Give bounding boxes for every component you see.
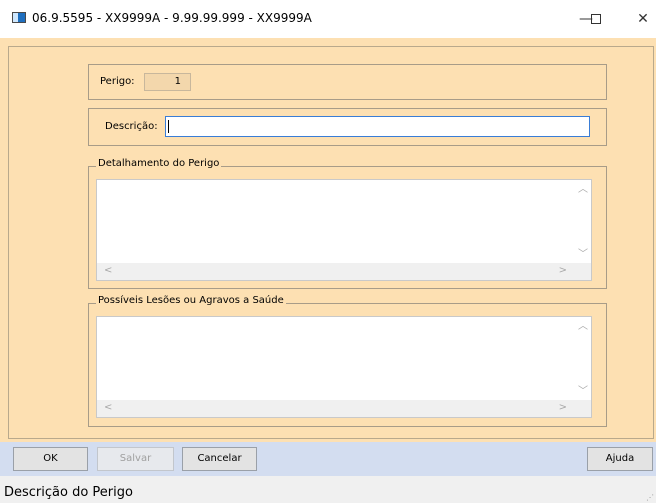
detalhamento-horizontal-scrollbar[interactable]: < > [97,263,591,280]
title-bar: 06.9.5595 - XX9999A - 9.99.99.999 - XX99… [0,0,656,38]
detalhamento-textarea[interactable]: ︿ ﹀ < > [96,179,592,281]
detalhamento-legend: Detalhamento do Perigo [96,158,222,169]
lesoes-vertical-scrollbar[interactable]: ︿ ﹀ [574,317,591,400]
scroll-up-icon[interactable]: ︿ [578,185,588,195]
scroll-up-icon[interactable]: ︿ [578,322,588,332]
descricao-input[interactable] [165,116,590,137]
descricao-label: Descrição: [105,121,158,132]
salvar-button[interactable]: Salvar [97,447,174,471]
window-title: 06.9.5595 - XX9999A - 9.99.99.999 - XX99… [32,11,312,25]
perigo-number-field: 1 [144,73,191,91]
scroll-left-icon[interactable]: < [104,266,112,276]
maximize-icon[interactable] [591,14,601,24]
cancelar-button[interactable]: Cancelar [182,447,257,471]
lesoes-horizontal-scrollbar[interactable]: < > [97,400,591,417]
scroll-left-icon[interactable]: < [104,403,112,413]
lesoes-textarea[interactable]: ︿ ﹀ < > [96,316,592,418]
scroll-right-icon[interactable]: > [559,266,567,276]
lesoes-legend: Possíveis Lesões ou Agravos a Saúde [96,295,286,306]
scroll-down-icon[interactable]: ﹀ [578,387,588,397]
scroll-down-icon[interactable]: ﹀ [578,250,588,260]
resize-grip-icon[interactable]: ⋰ [646,493,654,502]
close-button[interactable]: ✕ [630,8,656,30]
detalhamento-vertical-scrollbar[interactable]: ︿ ﹀ [574,180,591,263]
ok-button[interactable]: OK [13,447,88,471]
status-text: Descrição do Perigo [4,485,133,500]
scroll-right-icon[interactable]: > [559,403,567,413]
text-caret [168,120,169,133]
ajuda-button[interactable]: Ajuda [587,447,653,471]
app-icon [12,12,26,23]
close-icon: ✕ [637,11,649,27]
perigo-label: Perigo: [100,76,135,87]
